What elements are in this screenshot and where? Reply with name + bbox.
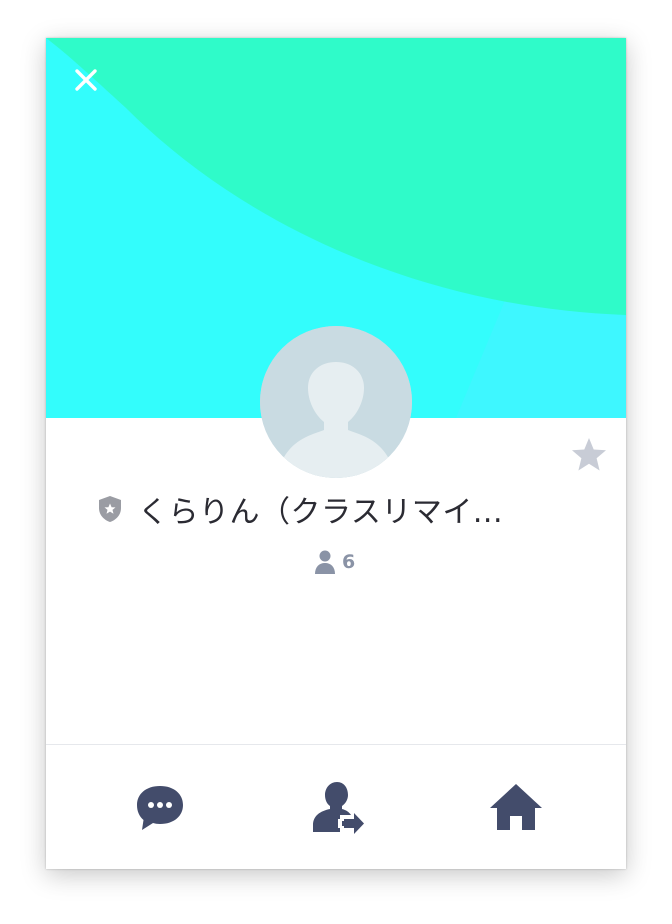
group-avatar — [260, 326, 412, 478]
chat-bubble-icon — [137, 786, 183, 830]
member-count-row: 6 — [314, 548, 355, 576]
leave-group-button[interactable] — [308, 778, 368, 838]
person-exit-icon — [313, 782, 364, 834]
close-icon — [75, 69, 97, 91]
person-icon — [315, 550, 335, 574]
star-icon — [572, 438, 606, 471]
chat-button[interactable] — [130, 778, 190, 838]
favorite-button[interactable] — [570, 436, 608, 474]
group-name-row: くらりん（クラスリマイ... — [98, 484, 578, 534]
close-button[interactable] — [71, 65, 101, 95]
member-count: 6 — [342, 551, 356, 573]
home-button[interactable] — [486, 778, 546, 838]
home-icon — [490, 784, 542, 830]
divider — [46, 744, 626, 745]
group-profile-card: くらりん（クラスリマイ... 6 — [46, 38, 626, 869]
default-avatar-icon — [260, 326, 412, 478]
shield-star-icon — [99, 496, 121, 522]
group-name: くらりん（クラスリマイ... — [138, 495, 504, 530]
